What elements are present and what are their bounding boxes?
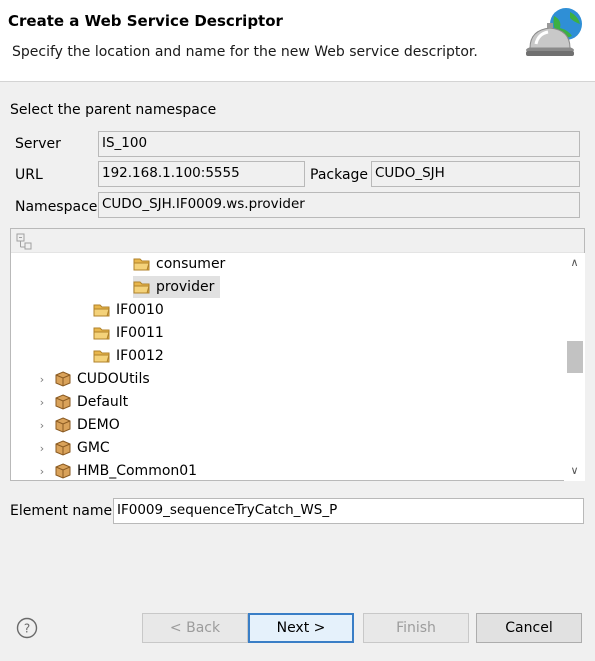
- server-field: IS_100: [98, 131, 580, 157]
- tree-item-label: CUDOUtils: [77, 371, 150, 387]
- package-field: CUDO_SJH: [371, 161, 580, 187]
- tree-item[interactable]: IF0012: [93, 345, 164, 367]
- tree-item-label: GMC: [77, 440, 110, 456]
- namespace-tree[interactable]: consumer provider IF0010 IF0011 IF0012 ›…: [10, 228, 585, 481]
- element-name-label: Element name: [10, 503, 113, 519]
- tree-item[interactable]: › DEMO: [36, 414, 120, 436]
- tree-item-selected[interactable]: provider: [133, 276, 221, 298]
- package-icon: [55, 440, 71, 456]
- namespace-label: Namespace: [15, 199, 98, 215]
- folder-icon: [93, 304, 110, 317]
- tree-item-label: DEMO: [77, 417, 120, 433]
- tree-item-label: IF0012: [116, 348, 164, 364]
- cancel-button[interactable]: Cancel: [476, 613, 582, 643]
- back-button[interactable]: < Back: [142, 613, 248, 643]
- tree-item[interactable]: › GMC: [36, 437, 110, 459]
- package-icon: [55, 463, 71, 479]
- tree-item[interactable]: IF0010: [93, 299, 164, 321]
- tree-item-label: Default: [77, 394, 129, 410]
- package-label: Package: [310, 167, 369, 183]
- wizard-description: Specify the location and name for the ne…: [12, 44, 478, 60]
- chevron-right-icon[interactable]: ›: [36, 373, 48, 386]
- server-label: Server: [15, 136, 61, 152]
- tree-item-label: consumer: [156, 256, 226, 272]
- tree-item[interactable]: › CUDOUtils: [36, 368, 150, 390]
- help-icon[interactable]: ?: [16, 617, 38, 639]
- tree-item[interactable]: IF0011: [93, 322, 164, 344]
- chevron-right-icon[interactable]: ›: [36, 419, 48, 432]
- tree-item-label: provider: [156, 279, 215, 295]
- chevron-up-icon[interactable]: ∧: [564, 253, 585, 273]
- tree-item[interactable]: › Default: [36, 391, 128, 413]
- tree-item[interactable]: consumer: [133, 253, 231, 275]
- wizard-banner: Create a Web Service Descriptor Specify …: [0, 0, 595, 82]
- namespace-field: CUDO_SJH.IF0009.ws.provider: [98, 192, 580, 218]
- folder-icon: [133, 258, 150, 271]
- collapse-all-icon[interactable]: [15, 232, 33, 250]
- chevron-right-icon[interactable]: ›: [36, 465, 48, 478]
- scrollbar-thumb[interactable]: [567, 341, 583, 373]
- package-icon: [55, 394, 71, 410]
- folder-icon: [133, 281, 150, 294]
- url-label: URL: [15, 167, 43, 183]
- tree-toolbar: [11, 229, 584, 253]
- tree-item-label: HMB_Common01: [77, 463, 198, 479]
- folder-icon: [93, 327, 110, 340]
- tree-item-label: IF0011: [116, 325, 164, 341]
- url-field: 192.168.1.100:5555: [98, 161, 305, 187]
- next-button[interactable]: Next >: [248, 613, 354, 643]
- section-label: Select the parent namespace: [10, 102, 217, 118]
- tree-rows: consumer provider IF0010 IF0011 IF0012 ›…: [11, 253, 564, 481]
- folder-icon: [93, 350, 110, 363]
- element-name-input[interactable]: IF0009_sequenceTryCatch_WS_P: [113, 498, 584, 524]
- tree-scrollbar[interactable]: ∧ ∨: [564, 253, 585, 481]
- finish-button[interactable]: Finish: [363, 613, 469, 643]
- service-bell-globe-icon: [526, 8, 582, 56]
- package-icon: [55, 371, 71, 387]
- tree-item-label: IF0010: [116, 302, 164, 318]
- chevron-right-icon[interactable]: ›: [36, 396, 48, 409]
- tree-item[interactable]: › HMB_Common01: [36, 460, 197, 481]
- chevron-right-icon[interactable]: ›: [36, 442, 48, 455]
- package-icon: [55, 417, 71, 433]
- svg-text:?: ?: [24, 622, 30, 636]
- chevron-down-icon[interactable]: ∨: [564, 461, 585, 481]
- wizard-title: Create a Web Service Descriptor: [8, 12, 283, 30]
